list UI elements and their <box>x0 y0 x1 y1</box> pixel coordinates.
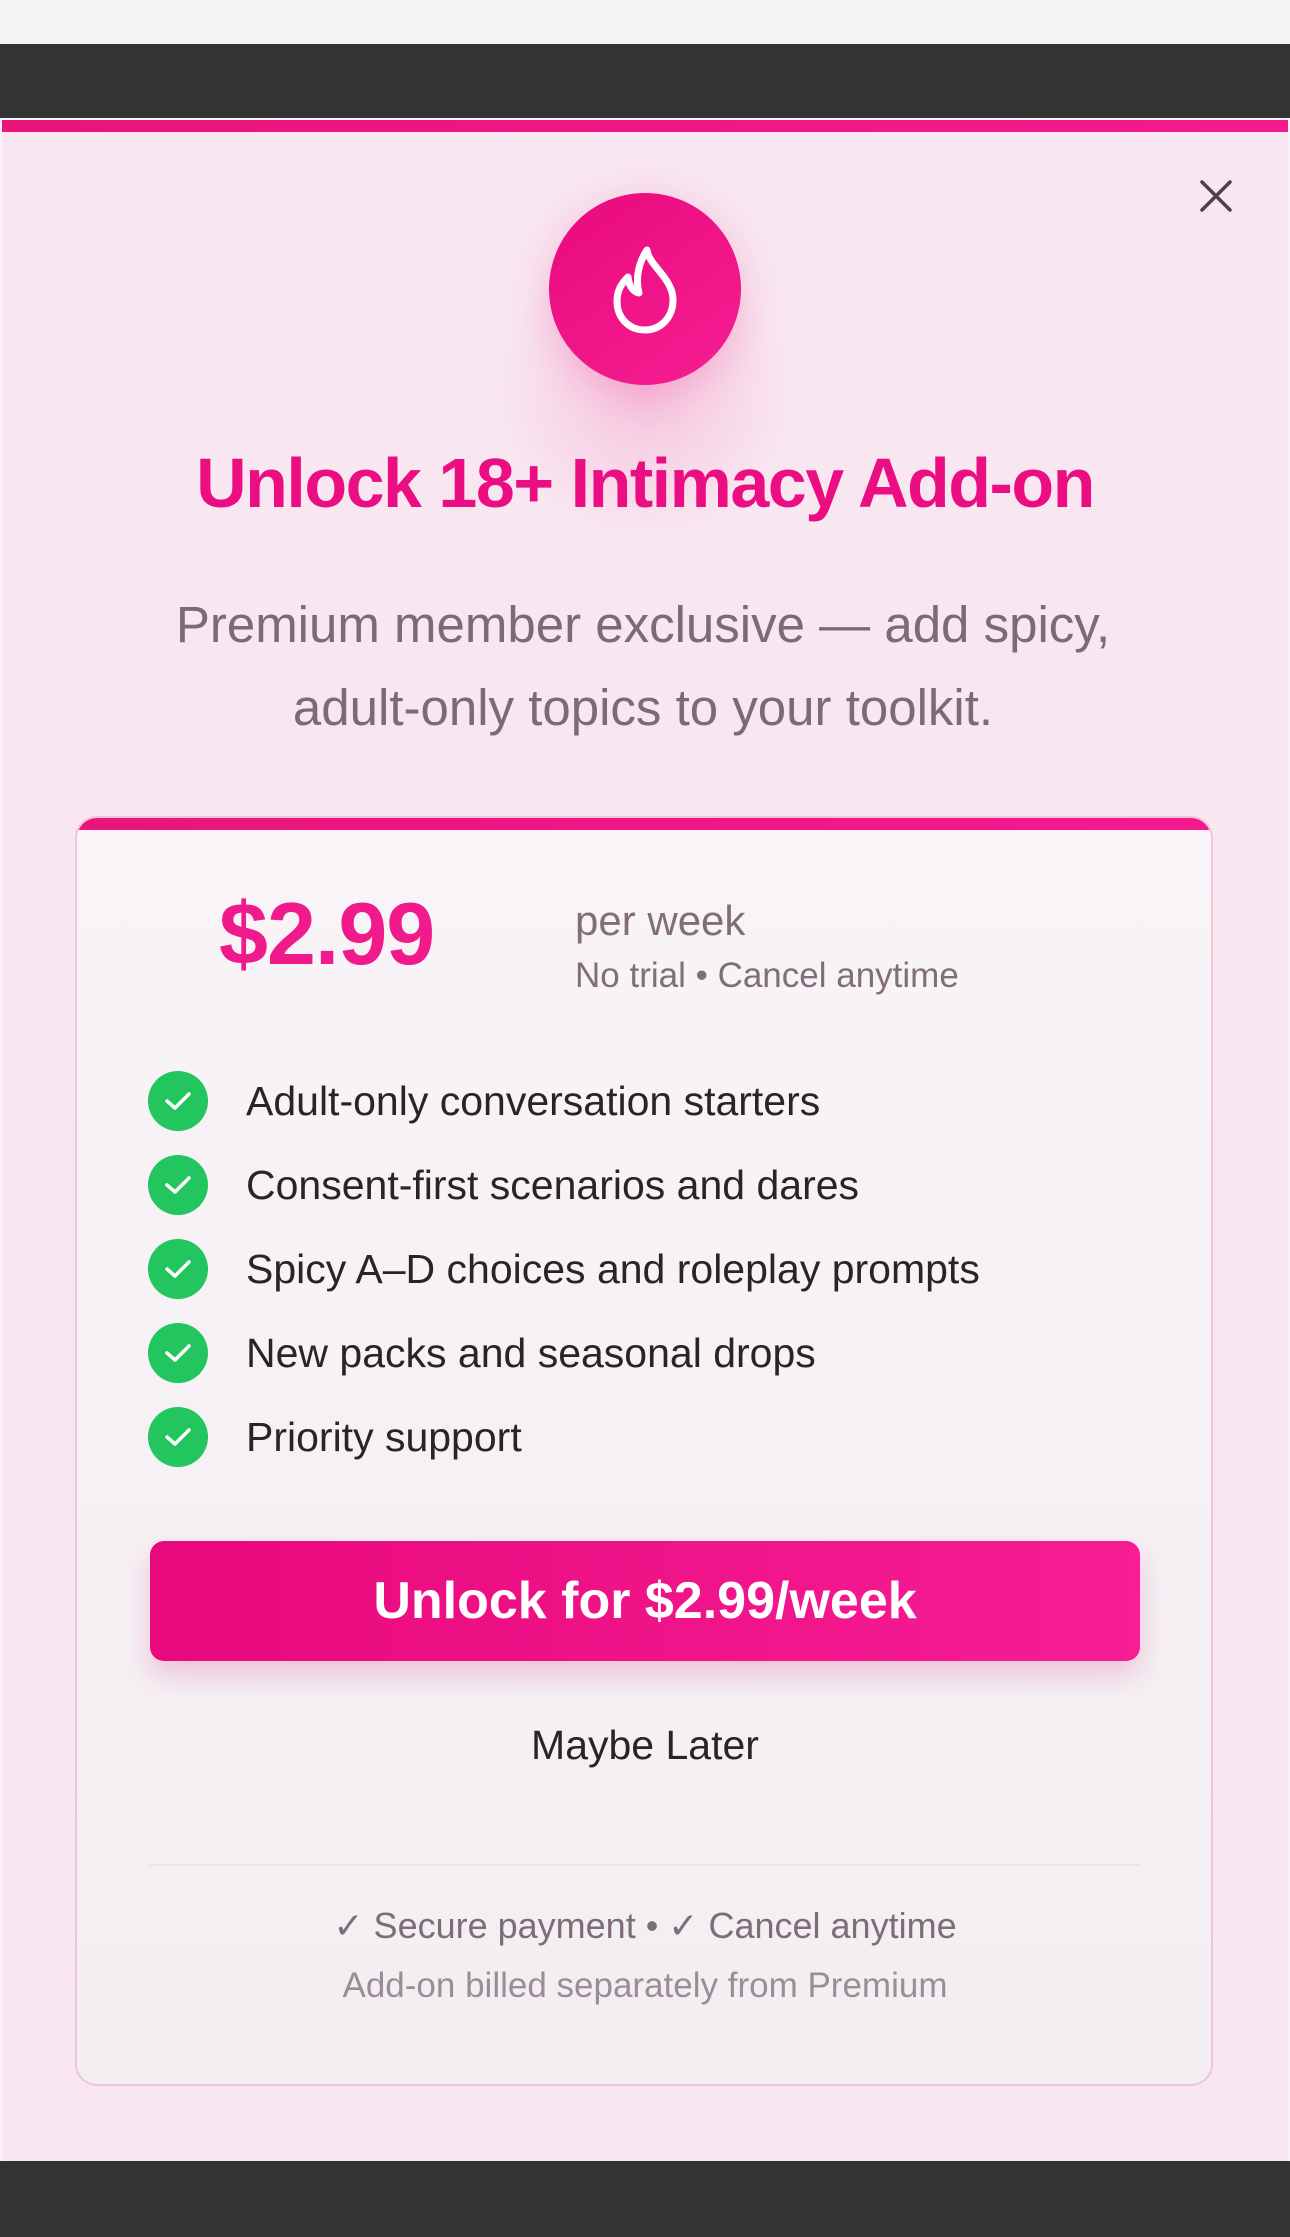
feature-label: Consent-first scenarios and dares <box>246 1161 860 1208</box>
modal-accent-bar <box>2 120 1288 132</box>
maybe-later-button[interactable]: Maybe Later <box>0 1722 1290 1769</box>
feature-item: Adult-only conversation starters <box>148 1059 1148 1143</box>
check-icon <box>148 1071 208 1131</box>
flame-icon <box>613 246 677 334</box>
check-icon <box>148 1239 208 1299</box>
feature-label: Adult-only conversation starters <box>246 1077 821 1124</box>
feature-item: Priority support <box>148 1395 1148 1479</box>
feature-item: New packs and seasonal drops <box>148 1311 1148 1395</box>
feature-list: Adult-only conversation starters Consent… <box>148 1059 1148 1479</box>
close-icon <box>1200 180 1232 212</box>
price-amount: $2.99 <box>219 884 435 983</box>
check-icon <box>148 1323 208 1383</box>
modal-title: Unlock 18+ Intimacy Add-on <box>196 444 1095 522</box>
flame-badge <box>549 193 741 385</box>
status-strip <box>0 0 1290 44</box>
unlock-button[interactable]: Unlock for $2.99/week <box>150 1541 1140 1661</box>
modal-subtitle: Premium member exclusive — add spicy, ad… <box>130 583 1156 749</box>
footer-billing-note: Add-on billed separately from Premium <box>342 1966 948 2005</box>
close-button[interactable] <box>1190 170 1242 222</box>
footer-trust-line: ✓ Secure payment • ✓ Cancel anytime <box>333 1905 957 1946</box>
feature-item: Consent-first scenarios and dares <box>148 1143 1148 1227</box>
subtitle-line-2: adult-only topics to your toolkit. <box>292 679 994 736</box>
card-accent-bar <box>77 818 1211 830</box>
feature-item: Spicy A–D choices and roleplay prompts <box>148 1227 1148 1311</box>
top-overlay-bar <box>0 44 1290 118</box>
check-icon <box>148 1155 208 1215</box>
price-period: per week <box>575 897 746 944</box>
check-icon <box>148 1407 208 1467</box>
feature-label: Spicy A–D choices and roleplay prompts <box>246 1245 980 1292</box>
feature-label: New packs and seasonal drops <box>246 1329 816 1376</box>
subtitle-line-1: Premium member exclusive — add spicy, <box>175 596 1111 653</box>
price-note: No trial • Cancel anytime <box>575 956 959 995</box>
footer-divider <box>150 1864 1140 1866</box>
bottom-overlay-bar <box>0 2161 1290 2237</box>
feature-label: Priority support <box>246 1413 522 1460</box>
